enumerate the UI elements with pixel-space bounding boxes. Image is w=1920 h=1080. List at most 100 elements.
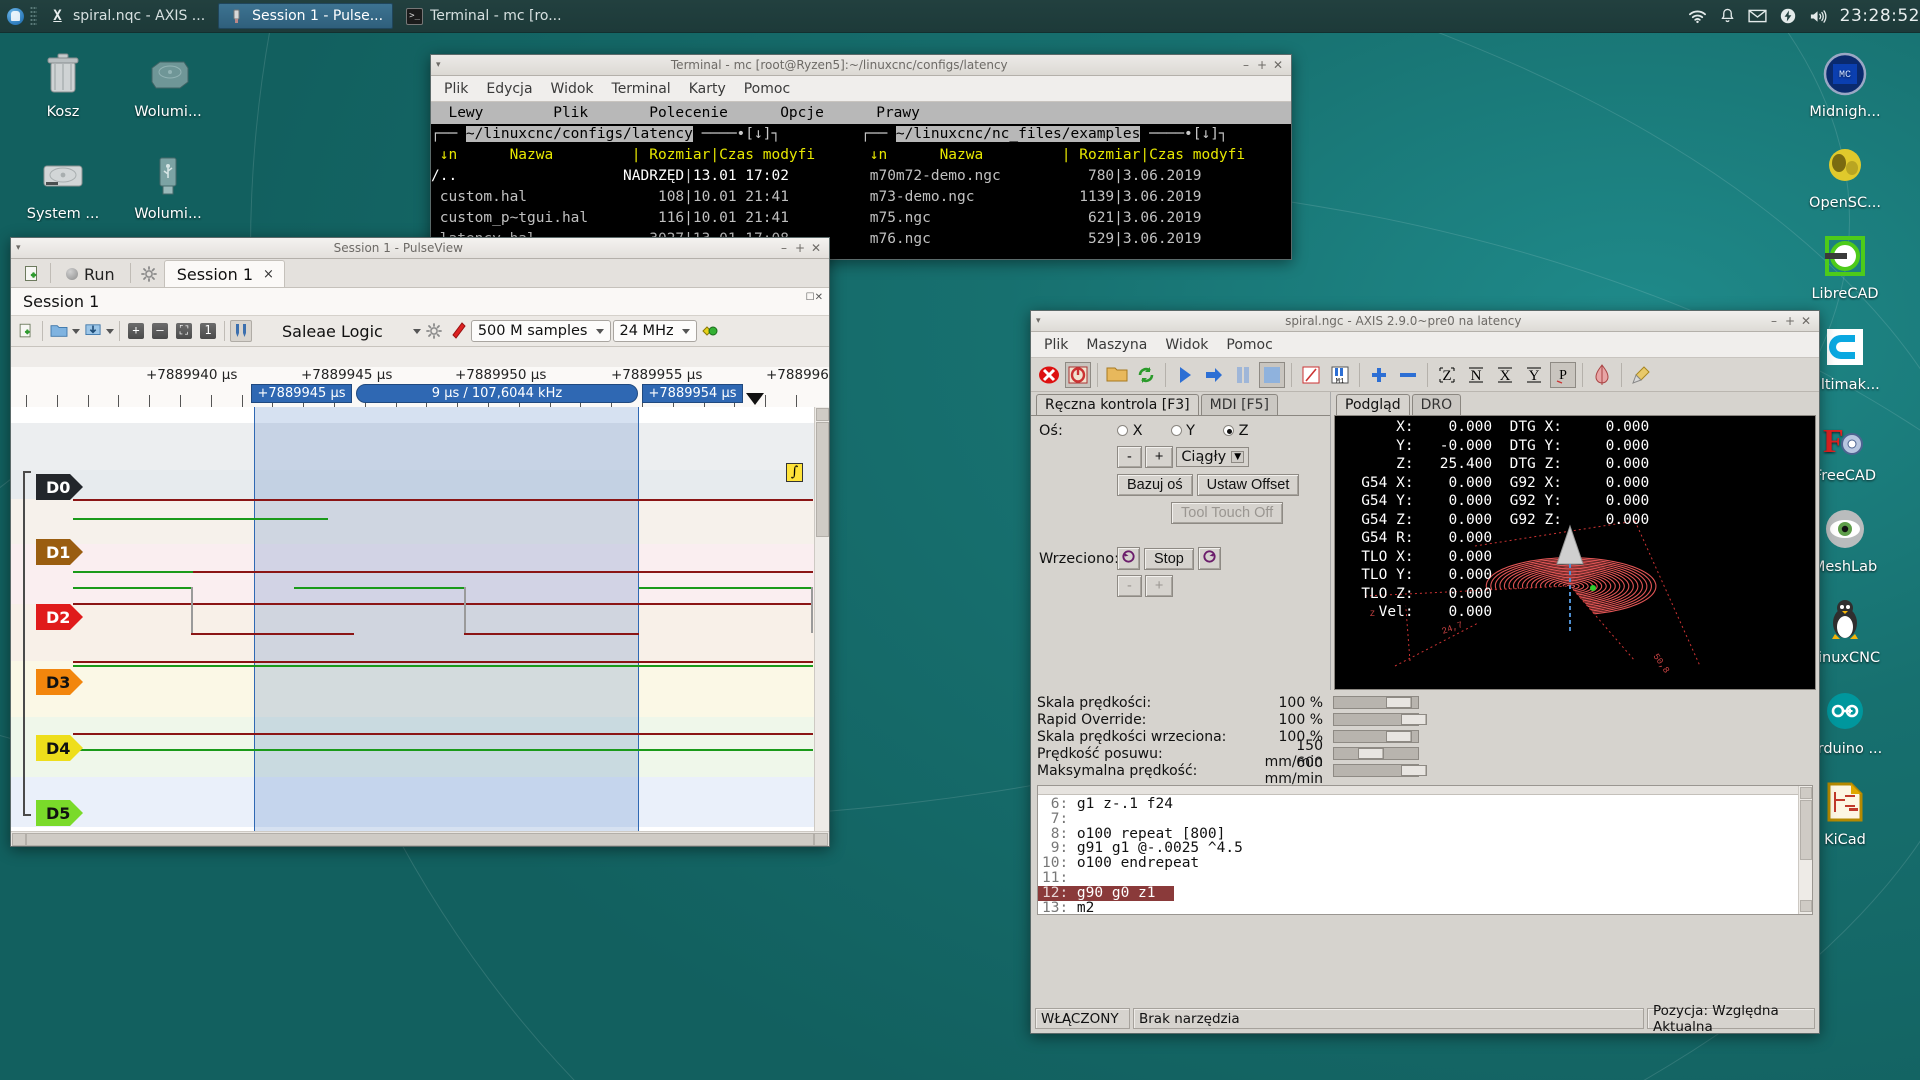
desktop-icon-librecad[interactable]: LibreCAD [1797, 232, 1893, 302]
slider-knob[interactable] [1401, 765, 1428, 776]
sample-rate-selector[interactable]: 24 MHz [612, 320, 697, 342]
view-p-icon[interactable]: P [1550, 361, 1576, 388]
gcode-listing[interactable]: 6: g1 z-.1 f24 7: 8: o100 repeat [800] 9… [1037, 785, 1813, 915]
taskbar-task-2[interactable]: >_ Terminal - mc [ro... [397, 3, 570, 29]
slider-track[interactable] [1333, 730, 1419, 743]
estop-icon[interactable] [1036, 362, 1062, 388]
integral-badge-icon[interactable]: ∫ [786, 463, 803, 482]
gcode-line[interactable]: 6: g1 z-.1 f24 [1038, 797, 1812, 812]
gcode-line[interactable]: 11: [1038, 871, 1812, 886]
channel-group-bracket[interactable] [23, 471, 31, 816]
taskbar-task-0[interactable]: Xspiral.nqc - AXIS ... [40, 3, 214, 29]
desktop-icon-wolumi[interactable]: Wolumi... [120, 152, 216, 222]
scroll-thumb[interactable] [1800, 800, 1812, 860]
optional-stop-icon[interactable]: M1 [1327, 362, 1353, 388]
override-slider-row[interactable]: Skala prędkości wrzeciona: 100 % [1037, 728, 1813, 745]
radio-icon[interactable] [1223, 425, 1235, 436]
mc-right-row[interactable]: m73-demo.ngc 1139|3.06.2019 [861, 187, 1291, 208]
trigger-marker-icon[interactable] [746, 393, 764, 405]
save-file-icon[interactable] [82, 320, 104, 342]
axis-titlebar[interactable]: ▾ spiral.ngc - AXIS 2.9.0~pre0 na latenc… [1031, 311, 1819, 332]
zoom-out-icon[interactable] [1395, 362, 1421, 388]
axis-radio-Z[interactable]: Z [1223, 423, 1249, 439]
device-selector[interactable]: Saleae Logic [282, 322, 383, 341]
spindle-stop-button[interactable]: Stop [1144, 547, 1194, 570]
volume-icon[interactable] [1809, 9, 1828, 24]
cursor-selection-band[interactable] [254, 407, 639, 831]
run-button[interactable]: Run [54, 261, 127, 287]
machine-power-icon[interactable] [1065, 361, 1091, 388]
desktop-icon-kosz[interactable]: Kosz [15, 50, 111, 120]
axis-menu-plik[interactable]: Plik [1035, 334, 1077, 356]
gcode-line[interactable]: 9: g91 g1 @-.0025 ^4.5 [1038, 841, 1812, 856]
view-x-icon[interactable]: X [1492, 362, 1518, 388]
axis-left-tabs[interactable]: Ręczna kontrola [F3] MDI [F5] [1031, 392, 1330, 415]
slider-knob[interactable] [1386, 731, 1413, 742]
mc-left-pane[interactable]: ┌── ~/linuxcnc/configs/latency ────•[↓]┐… [431, 124, 861, 250]
cursor-delta-label[interactable]: 9 µs / 107,6044 kHz [356, 384, 638, 403]
terminal-window[interactable]: ▾ Terminal - mc [root@Ryzen5]:~/linuxcnc… [430, 54, 1292, 260]
cursor-left-label[interactable]: +7889945 µs [251, 384, 352, 403]
axis-menu-maszyna[interactable]: Maszyna [1077, 334, 1156, 356]
radio-icon[interactable] [1170, 425, 1182, 436]
trigger-icon[interactable] [699, 320, 721, 342]
axis-radio-X[interactable]: X [1117, 423, 1143, 439]
jog-mode-selector[interactable]: Ciągły ▼ [1176, 447, 1250, 467]
mc-left-row[interactable]: custom.hal 108|10.01 21:41 [431, 187, 861, 208]
home-axis-button[interactable]: Bazuj oś [1117, 474, 1193, 496]
power-icon[interactable] [1780, 8, 1796, 24]
terminal-menu-terminal[interactable]: Terminal [603, 78, 680, 100]
slider-knob[interactable] [1386, 697, 1413, 708]
save-file-dropdown-icon[interactable] [106, 328, 114, 334]
chevron-down-icon[interactable]: ▼ [1231, 451, 1245, 463]
view-y-icon[interactable]: Y [1521, 362, 1547, 388]
zoom-in-icon[interactable]: + [125, 320, 147, 342]
new-session-icon[interactable] [17, 261, 47, 287]
pulseview-window[interactable]: ▾ Session 1 - PulseView – + ✕ Run Sessio… [10, 237, 830, 847]
axis-menu-pomoc[interactable]: Pomoc [1217, 334, 1281, 356]
channel-label-D4[interactable]: D4 [36, 735, 83, 761]
axis-menubar[interactable]: Plik Maszyna Widok Pomoc [1031, 332, 1819, 358]
pause-program-icon[interactable] [1230, 362, 1256, 388]
scroll-down-arrow[interactable] [1800, 900, 1812, 912]
override-sliders[interactable]: Skala prędkości: 100 % Rapid Override: 100 … [1031, 690, 1819, 787]
taskbar-grip[interactable] [30, 6, 37, 26]
tab-dro[interactable]: DRO [1411, 394, 1462, 415]
view-iso-icon[interactable]: N [1463, 362, 1489, 388]
mc-body[interactable]: Lewy Plik Polecenie Opcje Prawy ┌── ~/li… [431, 102, 1291, 259]
mail-icon[interactable] [1748, 9, 1767, 23]
tab-rcznakontrolaf3[interactable]: Ręczna kontrola [F3] [1036, 394, 1199, 415]
override-slider-row[interactable]: Maksymalna prędkość: 600 mm/min [1037, 755, 1813, 787]
mc-left-row[interactable]: custom_p~tgui.hal 116|10.01 21:41 [431, 208, 861, 229]
mc-right-row[interactable]: m76.ngc 529|3.06.2019 [861, 229, 1291, 250]
time-ruler[interactable]: +7889940 µs +7889945 µs +7889950 µs +788995… [11, 367, 829, 407]
dock-buttons[interactable]: ☐✕ [806, 292, 823, 303]
waveform-vertical-scrollbar[interactable] [814, 407, 829, 831]
axis-radio-Y[interactable]: Y [1170, 423, 1195, 439]
spindle-ccw-icon[interactable] [1117, 547, 1140, 570]
open-file-icon[interactable] [48, 320, 70, 342]
minimize-button[interactable]: – [776, 241, 792, 255]
device-config-gear-icon[interactable] [423, 320, 445, 342]
radio-icon[interactable] [1117, 425, 1128, 436]
scroll-up-arrow[interactable] [1800, 787, 1812, 799]
mc-menubar[interactable]: Lewy Plik Polecenie Opcje Prawy [431, 102, 1291, 124]
minimize-button[interactable]: – [1238, 58, 1254, 72]
zoom-out-icon[interactable]: – [149, 320, 171, 342]
gcode-line[interactable]: 12: g90 g0 z1 [1038, 885, 1174, 901]
terminal-menu-pomoc[interactable]: Pomoc [735, 78, 799, 100]
slider-track[interactable] [1333, 747, 1419, 760]
channel-label-D0[interactable]: D0 [36, 474, 83, 500]
zoom-one-to-one-icon[interactable]: 1 [197, 320, 219, 342]
mc-right-pane[interactable]: ┌── ~/linuxcnc/nc_files/examples ────•[↓… [861, 124, 1291, 250]
cursor-right-label[interactable]: +7889954 µs [642, 384, 743, 403]
clear-plot-icon[interactable] [1628, 362, 1654, 388]
gcode-line[interactable]: 13: m2 [1038, 900, 1812, 914]
mc-left-path[interactable]: ┌── ~/linuxcnc/configs/latency ────•[↓]┐ [431, 124, 861, 145]
preview-panel[interactable]: Podgląd DRO X: 0.000 DTG X: 0.000 Y: -0.0… [1331, 392, 1819, 690]
axis-menu-widok[interactable]: Widok [1156, 334, 1217, 356]
scroll-thumb[interactable] [26, 832, 814, 846]
run-program-icon[interactable] [1172, 362, 1198, 388]
gcode-scrollbar[interactable] [1798, 786, 1812, 914]
gcode-line[interactable]: 8: o100 repeat [800] [1038, 826, 1812, 842]
